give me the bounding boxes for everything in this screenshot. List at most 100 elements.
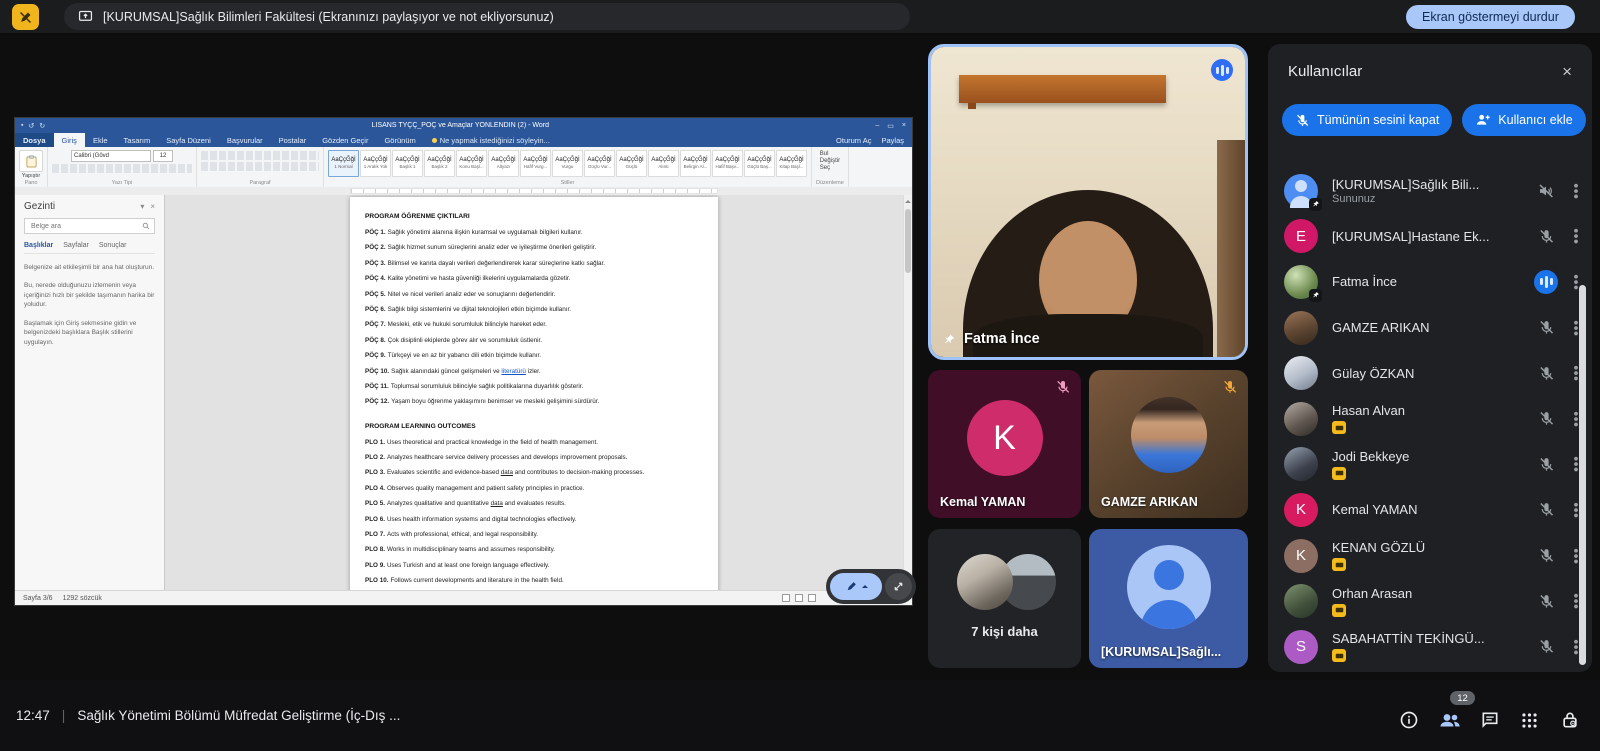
participant-row[interactable]: [KURUMSAL]Sağlık Bili... Sununuz — [1268, 168, 1592, 214]
style-chip[interactable]: AaÇçĞğİGüçlü Vur... — [584, 150, 615, 177]
people-button[interactable] — [1436, 706, 1464, 734]
participant-row[interactable]: Fatma İnce — [1268, 259, 1592, 305]
more-options-icon[interactable] — [1574, 183, 1578, 199]
word-window-controls[interactable]: –▭× — [875, 122, 906, 130]
annotate-pen-button[interactable] — [830, 573, 882, 600]
participant-row[interactable]: Jodi Bekkeye — [1268, 442, 1592, 488]
participant-row[interactable]: GAMZE ARIKAN — [1268, 305, 1592, 351]
document-page[interactable]: PROGRAM ÖĞRENME ÇIKTILARI PÖÇ 1.Sağlık y… — [350, 197, 718, 590]
participant-row[interactable]: K Kemal YAMAN — [1268, 487, 1592, 533]
more-options-icon[interactable] — [1574, 456, 1578, 472]
doc-line: PÖÇ 8.Çok disiplinli ekiplerde görev alı… — [365, 333, 703, 348]
more-options-icon[interactable] — [1574, 228, 1578, 244]
word-tab-gozden-gecir[interactable]: Gözden Geçir — [314, 133, 376, 147]
word-tellme-box[interactable]: Ne yapmak istediğinizi söyleyin... — [424, 133, 558, 147]
pen-icon — [845, 580, 858, 593]
navigation-pane: Gezinti ▾ × Başlıklar Sayfalar Sonuçlar — [15, 195, 165, 590]
styles-gallery[interactable]: AaÇçĞğİ1 Normal AaÇçĞğİ1 Aralık Yok AaÇç… — [328, 150, 807, 177]
more-options-icon[interactable] — [1574, 274, 1578, 290]
word-tab-postalar[interactable]: Postalar — [271, 133, 315, 147]
nav-tab-basliklar[interactable]: Başlıklar — [24, 242, 53, 249]
more-options-icon[interactable] — [1574, 548, 1578, 564]
style-chip[interactable]: AaÇçĞğİKitap Başl... — [776, 150, 807, 177]
meeting-details-button[interactable] — [1395, 706, 1423, 734]
select-button[interactable]: Seç — [820, 165, 830, 171]
participant-row[interactable]: K KENAN GÖZLÜ — [1268, 533, 1592, 579]
status-word-count[interactable]: 1292 sözcük — [63, 595, 102, 602]
pin-icon — [943, 333, 956, 346]
style-chip[interactable]: AaÇçĞğİHafif Vurg... — [520, 150, 551, 177]
close-icon[interactable]: × — [1562, 63, 1572, 80]
pane-close-icon[interactable]: × — [150, 202, 155, 211]
video-tile-main-speaker[interactable]: Fatma İnce — [928, 44, 1248, 360]
word-tab-tasarim[interactable]: Tasarım — [116, 133, 159, 147]
video-feed — [931, 47, 1245, 357]
status-page-number[interactable]: Sayfa 3/6 — [23, 595, 53, 602]
style-chip[interactable]: AaÇçĞğİ1 Aralık Yok — [360, 150, 391, 177]
more-options-icon[interactable] — [1574, 502, 1578, 518]
document-search-box[interactable] — [24, 218, 155, 234]
style-chip[interactable]: AaÇçĞğİKonu Başl... — [456, 150, 487, 177]
paste-button[interactable] — [19, 150, 43, 172]
ribbon-group-editing: Bul Değiştir Seç Düzenleme — [812, 147, 849, 187]
word-tab-basvurular[interactable]: Başvurular — [219, 133, 271, 147]
video-tile-kemal[interactable]: K Kemal YAMAN — [928, 370, 1081, 518]
activities-button[interactable] — [1515, 706, 1543, 734]
annotation-toggle-button[interactable] — [12, 4, 39, 30]
style-chip[interactable]: AaÇçĞğİBaşlık 1 — [392, 150, 423, 177]
nav-tab-sonuclar[interactable]: Sonuçlar — [99, 242, 127, 249]
word-tab-dosya[interactable]: Dosya — [15, 133, 54, 147]
style-chip[interactable]: AaÇçĞğİGüçlü — [616, 150, 647, 177]
word-tab-ekle[interactable]: Ekle — [85, 133, 116, 147]
stop-presenting-button[interactable]: Ekran göstermeyi durdur — [1406, 5, 1575, 29]
word-account-area[interactable]: Oturum Aç Paylaş — [836, 133, 912, 147]
style-chip[interactable]: AaÇçĞğİBaşlık 2 — [424, 150, 455, 177]
font-name-box[interactable]: Calibri (Gövd — [71, 150, 151, 162]
paragraph-buttons-row1[interactable] — [201, 151, 319, 160]
style-chip[interactable]: AaÇçĞğİAltyazı — [488, 150, 519, 177]
participant-row[interactable]: Orhan Arasan — [1268, 578, 1592, 624]
video-tile-kurumsal[interactable]: [KURUMSAL]Sağlı... — [1089, 529, 1248, 668]
chat-button[interactable] — [1476, 706, 1504, 734]
style-chip[interactable]: AaÇçĞğİBelirgin Al... — [680, 150, 711, 177]
word-tab-sayfa-duzeni[interactable]: Sayfa Düzeni — [158, 133, 219, 147]
font-buttons-row[interactable] — [52, 164, 192, 173]
expand-fullscreen-button[interactable] — [885, 573, 912, 600]
pin-badge-icon — [1309, 198, 1322, 211]
video-tile-gamze[interactable]: GAMZE ARIKAN — [1089, 370, 1248, 518]
add-user-button[interactable]: Kullanıcı ekle — [1462, 104, 1585, 136]
style-chip[interactable]: AaÇçĞğİHafif Başv... — [712, 150, 743, 177]
word-tab-gorunum[interactable]: Görünüm — [376, 133, 423, 147]
document-scrollbar[interactable] — [903, 195, 912, 590]
word-quick-access-toolbar[interactable]: ▪↺↻ — [21, 122, 45, 130]
host-controls-button[interactable] — [1556, 706, 1584, 734]
scroll-up-arrow[interactable] — [905, 197, 911, 203]
participant-row[interactable]: Gülay ÖZKAN — [1268, 350, 1592, 396]
view-mode-buttons[interactable] — [782, 594, 816, 602]
word-tab-giris[interactable]: Giriş — [54, 133, 85, 147]
more-options-icon[interactable] — [1574, 365, 1578, 381]
pane-dropdown-icon[interactable]: ▾ — [140, 202, 144, 211]
replace-button[interactable]: Değiştir — [820, 158, 840, 164]
participant-row[interactable]: S SABAHATTİN TEKİNGÜ... — [1268, 624, 1592, 668]
more-options-icon[interactable] — [1574, 320, 1578, 336]
participant-row[interactable]: E [KURUMSAL]Hastane Ek... — [1268, 214, 1592, 260]
video-tile-others[interactable]: 7 kişi daha — [928, 529, 1081, 668]
style-chip[interactable]: AaÇçĞğİAlıntı — [648, 150, 679, 177]
nav-tab-sayfalar[interactable]: Sayfalar — [63, 242, 89, 249]
style-chip[interactable]: AaÇçĞğİ1 Normal — [328, 150, 359, 177]
more-options-icon[interactable] — [1574, 639, 1578, 655]
style-chip[interactable]: AaÇçĞğİGüçlü Baş... — [744, 150, 775, 177]
paragraph-buttons-row2[interactable] — [201, 162, 319, 171]
mute-all-button[interactable]: Tümünün sesini kapat — [1282, 104, 1452, 136]
group-label-pano: Pano — [25, 179, 38, 186]
participant-row[interactable]: Hasan Alvan — [1268, 396, 1592, 442]
find-button[interactable]: Bul — [820, 151, 829, 157]
style-chip[interactable]: AaÇçĞğİVurgu — [552, 150, 583, 177]
font-size-box[interactable]: 12 — [153, 150, 173, 162]
more-options-icon[interactable] — [1574, 411, 1578, 427]
more-options-icon[interactable] — [1574, 593, 1578, 609]
search-input[interactable] — [29, 222, 138, 231]
scrollbar-thumb[interactable] — [905, 209, 911, 273]
panel-scrollbar[interactable] — [1579, 285, 1586, 665]
